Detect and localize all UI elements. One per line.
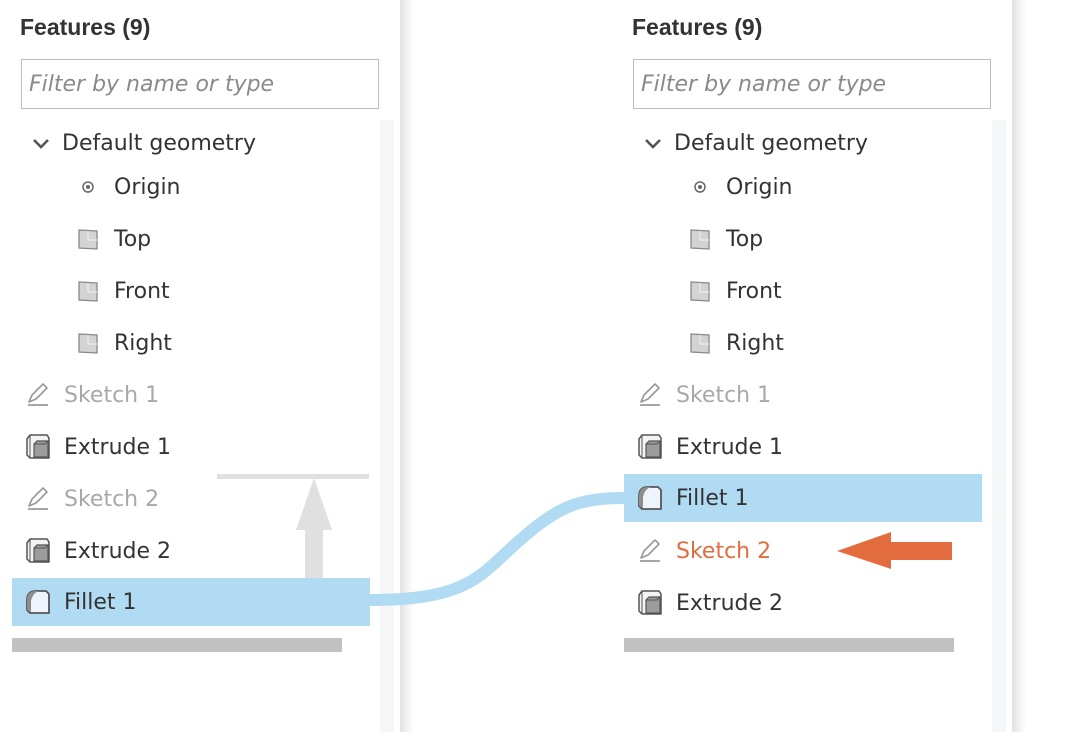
plane-icon xyxy=(76,279,100,303)
chevron-down-icon[interactable] xyxy=(30,133,52,153)
feature-label: Sketch 1 xyxy=(676,382,772,408)
rollback-bar[interactable] xyxy=(12,638,342,652)
panel-title: Features (9) xyxy=(20,14,151,40)
feature-label: Sketch 2 xyxy=(676,538,772,564)
group-label: Default geometry xyxy=(62,130,256,156)
tree-item-origin[interactable]: Origin xyxy=(688,163,793,211)
panel-divider-shadow xyxy=(1012,0,1026,732)
fillet-icon xyxy=(24,588,52,616)
feature-label: Extrude 2 xyxy=(676,590,784,616)
feature-label: Extrude 1 xyxy=(676,434,784,460)
extrude-icon xyxy=(636,433,664,461)
tree-item-origin[interactable]: Origin xyxy=(76,163,181,211)
filter-input[interactable] xyxy=(21,59,379,109)
feature-row-extrude-1[interactable]: Extrude 1 xyxy=(24,423,171,471)
sketch-pencil-icon xyxy=(24,382,52,408)
panel-divider-shadow xyxy=(400,0,414,732)
extrude-icon xyxy=(24,433,52,461)
feature-row-sketch-2[interactable]: Sketch 2 xyxy=(24,475,159,523)
feature-row-sketch-1[interactable]: Sketch 1 xyxy=(636,371,771,419)
feature-row-extrude-2[interactable]: Extrude 2 xyxy=(24,527,171,575)
plane-icon xyxy=(688,279,712,303)
panel-title: Features (9) xyxy=(632,14,763,40)
fillet-icon xyxy=(636,484,664,512)
feature-row-fillet-1-selected[interactable]: Fillet 1 xyxy=(12,578,370,626)
sketch-pencil-icon xyxy=(636,382,664,408)
tree-item-right[interactable]: Right xyxy=(688,319,784,367)
feature-label: Sketch 1 xyxy=(64,382,160,408)
tree-item-top[interactable]: Top xyxy=(688,215,763,263)
feature-row-sketch-2-highlighted[interactable]: Sketch 2 xyxy=(636,527,771,575)
item-label: Origin xyxy=(726,174,793,200)
item-label: Right xyxy=(726,330,784,356)
origin-point-icon xyxy=(76,175,100,199)
plane-icon xyxy=(688,227,712,251)
item-label: Right xyxy=(114,330,172,356)
plane-icon xyxy=(76,227,100,251)
feature-label: Fillet 1 xyxy=(676,485,749,511)
feature-label: Extrude 1 xyxy=(64,434,172,460)
feature-row-extrude-2[interactable]: Extrude 2 xyxy=(636,579,783,627)
feature-row-sketch-1[interactable]: Sketch 1 xyxy=(24,371,159,419)
item-label: Origin xyxy=(114,174,181,200)
plane-icon xyxy=(688,331,712,355)
plane-icon xyxy=(76,331,100,355)
rollback-bar[interactable] xyxy=(624,638,954,652)
feature-list-panel-before: Features (9) Default geometry Origin Top… xyxy=(0,0,400,732)
tree-item-top[interactable]: Top xyxy=(76,215,151,263)
feature-label: Extrude 2 xyxy=(64,538,172,564)
item-label: Top xyxy=(726,226,764,252)
extrude-icon xyxy=(24,537,52,565)
sketch-pencil-icon xyxy=(636,538,664,564)
tree-item-front[interactable]: Front xyxy=(688,267,782,315)
group-label: Default geometry xyxy=(674,130,868,156)
feature-label: Sketch 2 xyxy=(64,486,160,512)
feature-label: Fillet 1 xyxy=(64,589,137,615)
feature-row-extrude-1[interactable]: Extrude 1 xyxy=(636,423,783,471)
filter-input[interactable] xyxy=(633,59,991,109)
item-label: Top xyxy=(114,226,152,252)
scrollbar-track[interactable] xyxy=(992,120,1006,732)
item-label: Front xyxy=(114,278,170,304)
chevron-down-icon[interactable] xyxy=(642,133,664,153)
extrude-icon xyxy=(636,589,664,617)
group-default-geometry[interactable]: Default geometry xyxy=(30,119,256,167)
tree-item-front[interactable]: Front xyxy=(76,267,170,315)
scrollbar-track[interactable] xyxy=(380,120,394,732)
feature-row-fillet-1-selected[interactable]: Fillet 1 xyxy=(624,474,982,522)
tree-item-right[interactable]: Right xyxy=(76,319,172,367)
item-label: Front xyxy=(726,278,782,304)
sketch-pencil-icon xyxy=(24,486,52,512)
feature-list-panel-after: Features (9) Default geometry Origin Top… xyxy=(612,0,1012,732)
origin-point-icon xyxy=(688,175,712,199)
group-default-geometry[interactable]: Default geometry xyxy=(642,119,868,167)
